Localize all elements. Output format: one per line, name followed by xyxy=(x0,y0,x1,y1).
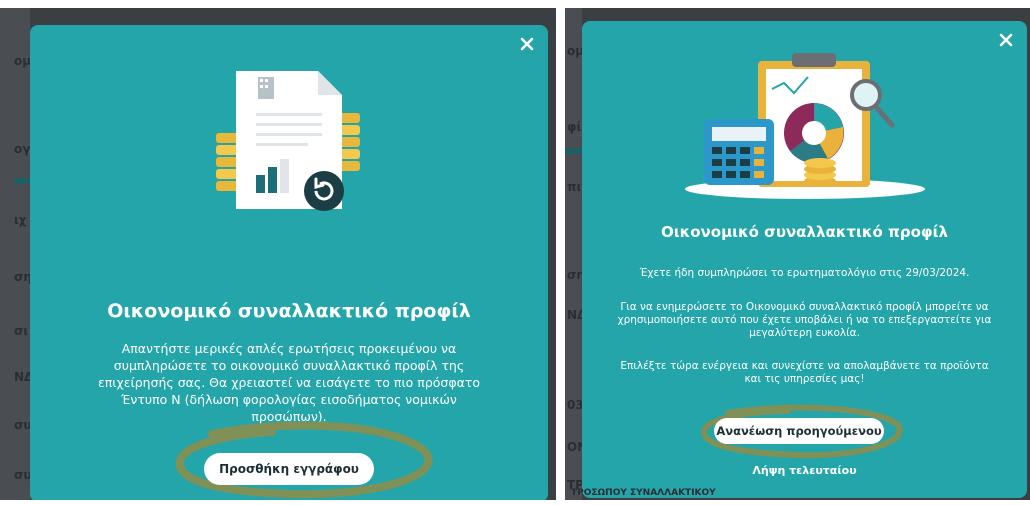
background-page xyxy=(565,8,582,500)
background-text: συ xyxy=(14,468,32,482)
calculator-icon xyxy=(704,119,774,185)
choose-action-text: Επιλέξτε τώρα ενέργεια και συνεχίστε να … xyxy=(620,360,989,385)
close-button[interactable] xyxy=(995,29,1017,51)
profile-dialog: Οικονομικό συναλλακτικό προφίλ Έχετε ήδη… xyxy=(582,21,1027,498)
refresh-icon xyxy=(304,171,344,211)
background-text: σι xyxy=(14,324,29,338)
background-text: συ xyxy=(14,418,32,432)
close-icon xyxy=(520,37,534,51)
background-bar xyxy=(565,148,582,154)
download-latest-link[interactable]: Λήψη τελευταίου xyxy=(582,464,1027,477)
document-refresh-illustration xyxy=(216,71,360,211)
completed-date-text: Έχετε ήδη συμπληρώσει το ερωτηματολόγιο … xyxy=(639,267,970,279)
dialog-title: Οικονομικό συναλλακτικό προφίλ xyxy=(107,300,471,322)
dialog-description: Απαντήστε μερικές απλές ερωτήσεις προκει… xyxy=(98,341,480,424)
profile-dialog: Οικονομικό συναλλακτικό προφίλ Απαντήστε… xyxy=(30,25,548,500)
add-document-button[interactable]: Προσθήκη εγγράφου xyxy=(204,453,374,485)
left-screenshot-panel: ομ ογ ιχ ση σι ΝΔ συ συ Οικονομικό συναλ… xyxy=(0,8,556,500)
update-instructions-text: Για να ενημερώσετε το Οικονομικό συναλλα… xyxy=(617,301,992,339)
coin-stack-icon xyxy=(804,158,836,186)
right-screenshot-panel: ομ φίλ πιχ ση ΝΔ 03 ΟΝ ΤΡ Οικονομικό συν… xyxy=(565,8,1030,500)
renew-previous-button[interactable]: Ανανέωση προηγούμενου xyxy=(714,418,884,444)
pie-chart-icon xyxy=(784,103,844,163)
background-bar xyxy=(14,178,30,184)
close-icon xyxy=(999,33,1013,47)
calculator-clipboard-chart-illustration xyxy=(685,53,925,199)
background-text: ομ xyxy=(14,54,32,68)
background-text: ογ xyxy=(14,142,31,156)
dialog-title: Οικονομικό συναλλακτικό προφίλ xyxy=(660,223,948,241)
close-button[interactable] xyxy=(516,33,538,55)
background-text: ιχ xyxy=(14,213,27,227)
background-text: ΤΡΟΣΩΠΟΥ ΣΥΝΑΛΛΑΚΤΙΚΟΥ xyxy=(571,488,716,498)
